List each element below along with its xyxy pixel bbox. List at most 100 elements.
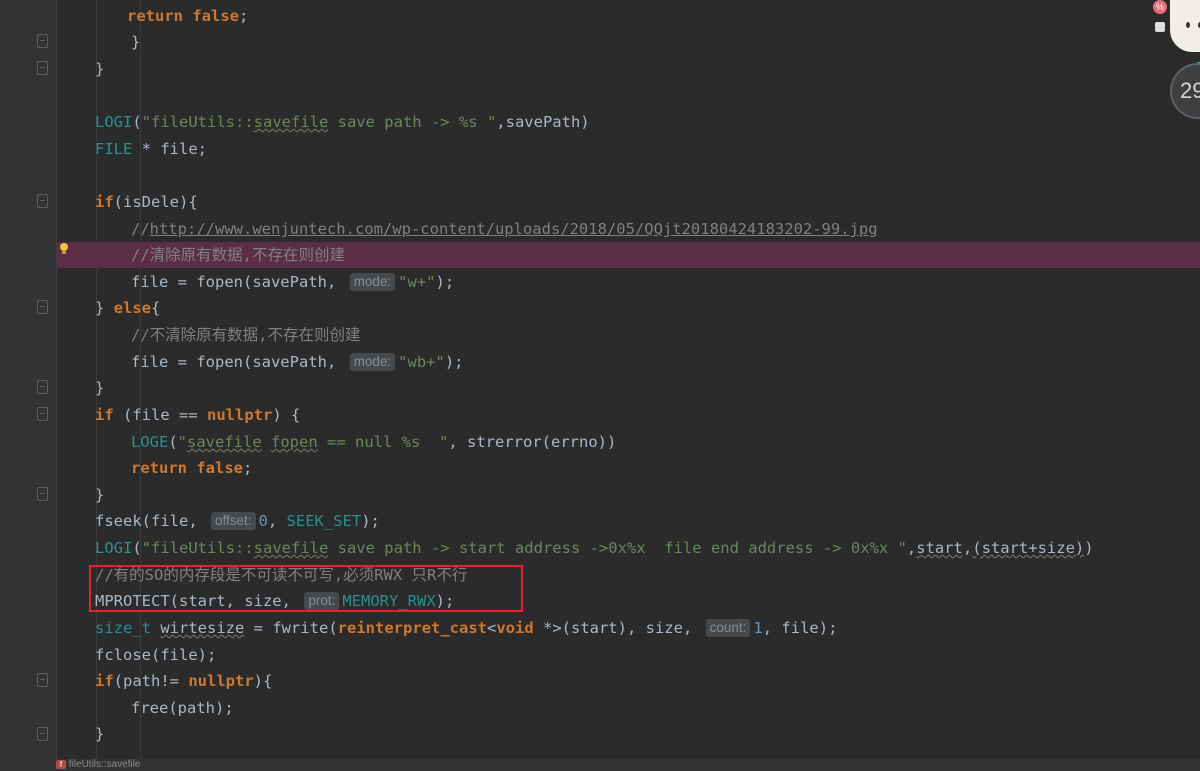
- code-line[interactable]: if(isDele){: [57, 189, 1200, 215]
- parameter-hint: count:: [705, 619, 751, 637]
- code-token: }: [95, 725, 105, 743]
- code-token: );: [435, 273, 455, 291]
- code-token: }: [95, 486, 105, 504]
- code-token: = fwrite(: [244, 619, 338, 637]
- code-token: return false: [131, 459, 243, 477]
- code-token: save path -> %s ": [328, 113, 497, 131]
- code-line[interactable]: }: [57, 29, 1200, 55]
- fold-marker-icon[interactable]: [37, 34, 48, 48]
- code-line[interactable]: //不清除原有数据,不存在则创建: [57, 322, 1200, 348]
- breadcrumb-label[interactable]: fileUtils::savefile: [69, 759, 141, 770]
- fold-marker-icon[interactable]: [37, 487, 48, 501]
- code-line[interactable]: fclose(file);: [57, 642, 1200, 668]
- code-token: 0: [258, 512, 268, 530]
- code-line[interactable]: }: [57, 56, 1200, 82]
- code-line[interactable]: LOGE("savefile fopen == null %s ", strer…: [57, 429, 1200, 455]
- code-line[interactable]: if (file == nullptr) {: [57, 402, 1200, 428]
- code-line[interactable]: //http://www.wenjuntech.com/wp-content/u…: [57, 216, 1200, 242]
- code-line[interactable]: file = fopen(savePath, mode: "wb+");: [57, 349, 1200, 375]
- code-token: *>(start), size,: [533, 619, 702, 637]
- code-token: }: [131, 33, 141, 51]
- code-token: ": [177, 433, 188, 451]
- fold-marker-icon[interactable]: [37, 194, 48, 208]
- code-editor[interactable]: return false;}} LOGI("fileUtils::savefile…: [57, 0, 1200, 771]
- code-token: reinterpret_cast: [337, 619, 487, 637]
- code-token: savefile: [253, 539, 329, 557]
- code-token: ,: [962, 539, 973, 557]
- code-token: size_t: [95, 619, 151, 637]
- code-line[interactable]: }: [57, 482, 1200, 508]
- code-token: if: [95, 193, 114, 211]
- code-token: == null %s ": [317, 433, 449, 451]
- code-token: ) {: [272, 406, 301, 424]
- code-line[interactable]: return false;: [57, 455, 1200, 481]
- code-token: else: [113, 299, 151, 317]
- code-token: LOGI: [95, 539, 133, 557]
- code-token: nullptr: [207, 406, 273, 424]
- code-token: file = fopen(savePath,: [131, 273, 346, 291]
- code-line[interactable]: }: [57, 375, 1200, 401]
- code-line[interactable]: if(path!= nullptr){: [57, 668, 1200, 694]
- code-token: return false: [127, 7, 239, 25]
- code-token: "wb+": [398, 353, 445, 371]
- code-token: fclose(file);: [95, 646, 217, 664]
- code-token: savefile: [187, 433, 262, 451]
- fold-marker-icon[interactable]: [37, 380, 48, 394]
- code-token: , strerror(errno)): [448, 433, 617, 451]
- code-token: , file);: [762, 619, 838, 637]
- code-token: * file;: [132, 140, 207, 158]
- code-line[interactable]: FILE * file;: [57, 136, 1200, 162]
- code-token: void: [496, 619, 534, 637]
- code-token: (path!=: [113, 672, 189, 690]
- code-token: //: [131, 220, 150, 238]
- code-token: ;: [242, 459, 253, 477]
- code-token: "fileUtils::: [141, 113, 254, 131]
- parameter-hint: mode:: [349, 353, 396, 371]
- code-token: ;: [238, 7, 249, 25]
- code-token: (start+size): [972, 539, 1085, 557]
- code-token: (: [132, 539, 142, 557]
- fold-marker-icon[interactable]: [37, 727, 48, 741]
- avatar[interactable]: [1170, 0, 1200, 52]
- code-line[interactable]: file = fopen(savePath, mode: "w+");: [57, 269, 1200, 295]
- code-token: <: [486, 619, 497, 637]
- shirt-icon: [1155, 22, 1165, 32]
- code-token: "fileUtils::: [141, 539, 254, 557]
- code-token: FILE: [95, 140, 133, 158]
- code-token: }: [95, 379, 105, 397]
- code-line[interactable]: fseek(file, offset: 0, SEEK_SET);: [57, 508, 1200, 534]
- code-token: //清除原有数据,不存在则创建: [131, 246, 345, 264]
- code-line[interactable]: LOGI("fileUtils::savefile save path -> %…: [57, 109, 1200, 135]
- code-token: SEEK_SET: [286, 512, 362, 530]
- code-token: LOGI: [95, 113, 133, 131]
- function-icon: f: [56, 759, 66, 769]
- annotation-highlight-box: [89, 565, 523, 612]
- code-token: if: [95, 672, 114, 690]
- code-token: wirtesize: [160, 619, 245, 637]
- code-token: ): [1084, 539, 1094, 557]
- code-line[interactable]: return false;: [57, 3, 1200, 29]
- code-line[interactable]: } else{: [57, 295, 1200, 321]
- comment-link[interactable]: http://www.wenjuntech.com/wp-content/upl…: [150, 220, 878, 238]
- code-token: );: [361, 512, 380, 530]
- fold-marker-icon[interactable]: [37, 673, 48, 687]
- code-line[interactable]: size_t wirtesize = fwrite(reinterpret_ca…: [57, 615, 1200, 641]
- code-line[interactable]: //清除原有数据,不存在则创建: [57, 242, 1200, 268]
- code-line[interactable]: free(path);: [57, 695, 1200, 721]
- code-line[interactable]: LOGI("fileUtils::savefile save path -> s…: [57, 535, 1200, 561]
- code-token: (isDele){: [113, 193, 198, 211]
- code-token: savefile: [253, 113, 329, 131]
- code-token: if: [95, 406, 114, 424]
- code-token: start: [916, 539, 963, 557]
- fold-marker-icon[interactable]: [37, 407, 48, 421]
- code-token: {: [151, 299, 161, 317]
- code-line[interactable]: }: [57, 721, 1200, 747]
- notification-badge[interactable]: %: [1153, 0, 1167, 14]
- fold-marker-icon[interactable]: [37, 61, 48, 75]
- code-token: }: [95, 60, 105, 78]
- code-token: ,: [906, 539, 917, 557]
- fold-marker-icon[interactable]: [37, 300, 48, 314]
- intention-bulb-icon[interactable]: [59, 243, 69, 257]
- code-token: free(path);: [131, 699, 234, 717]
